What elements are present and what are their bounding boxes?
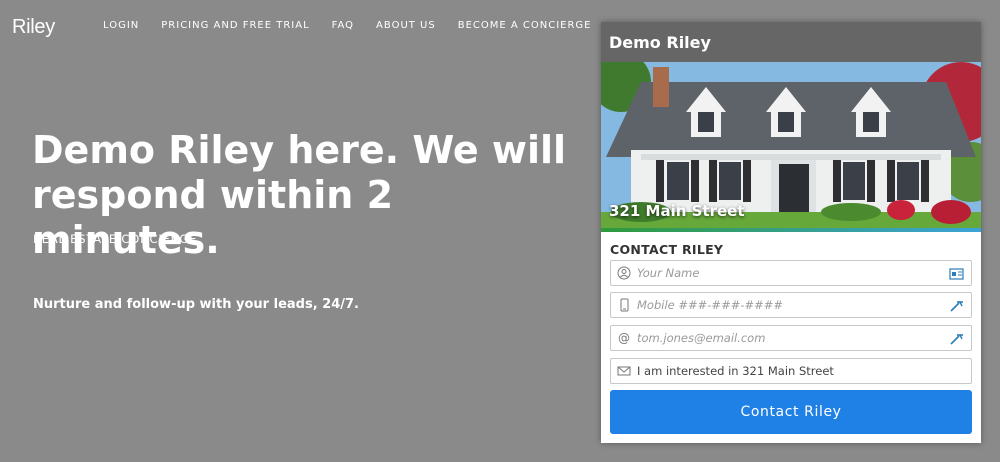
user-icon	[617, 266, 631, 280]
mobile-field[interactable]	[610, 292, 972, 318]
property-address: 321 Main Street	[609, 202, 745, 220]
autofill-key-icon[interactable]	[949, 298, 965, 312]
nav-pricing[interactable]: PRICING AND FREE TRIAL	[161, 20, 309, 31]
nav-faq[interactable]: FAQ	[332, 20, 354, 31]
contact-card-icon[interactable]	[949, 266, 965, 280]
name-input[interactable]	[637, 266, 937, 280]
email-input[interactable]	[637, 331, 937, 345]
nav-login[interactable]: LOGIN	[103, 20, 139, 31]
autofill-key-icon[interactable]	[949, 331, 965, 345]
envelope-icon	[617, 364, 631, 378]
contact-title: CONTACT RILEY	[610, 242, 724, 257]
property-photo: 321 Main Street	[601, 62, 981, 228]
contact-card: Demo Riley 321 Main Street CONTACT RILEY…	[601, 22, 981, 443]
phone-icon	[617, 298, 631, 312]
top-nav: LOGIN PRICING AND FREE TRIAL FAQ ABOUT U…	[103, 20, 614, 31]
hero-tagline: Nurture and follow-up with your leads, 2…	[33, 297, 359, 312]
message-text[interactable]: I am interested in 321 Main Street	[637, 364, 834, 378]
card-header: Demo Riley	[601, 22, 981, 62]
message-field[interactable]: I am interested in 321 Main Street	[610, 358, 972, 384]
at-icon: @	[618, 331, 630, 345]
nav-become-concierge[interactable]: BECOME A CONCIERGE	[458, 20, 592, 31]
name-field[interactable]	[610, 260, 972, 286]
riley-logo[interactable]: Riley	[12, 16, 55, 39]
contact-riley-button[interactable]: Contact Riley	[610, 390, 972, 434]
email-field[interactable]: @	[610, 325, 972, 351]
nav-about[interactable]: ABOUT US	[376, 20, 436, 31]
hero-subtitle: REAL ESTATE CONCIERGE	[33, 232, 198, 246]
mobile-input[interactable]	[637, 298, 937, 312]
accent-bar	[601, 228, 981, 232]
